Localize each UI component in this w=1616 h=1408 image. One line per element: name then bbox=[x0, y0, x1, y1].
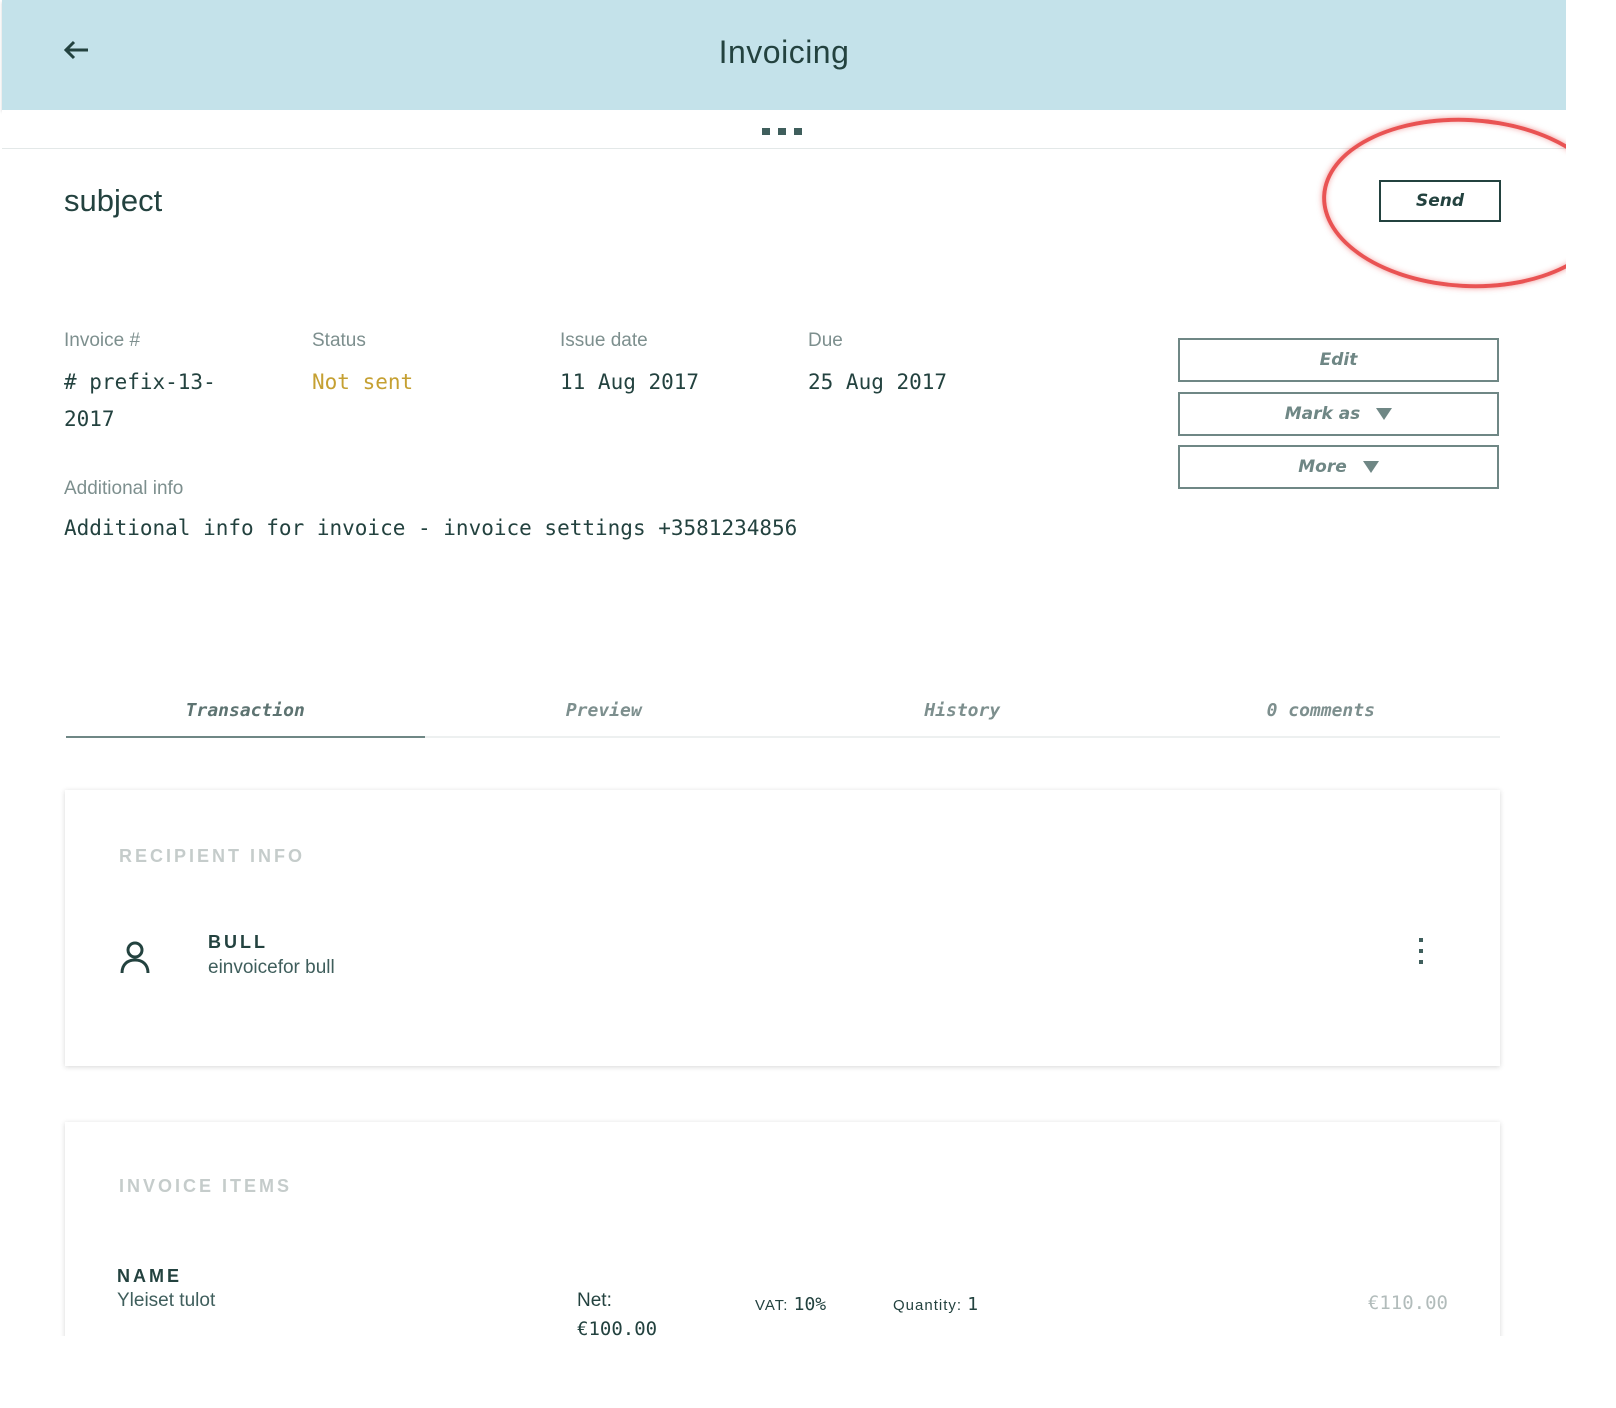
edit-button-label: Edit bbox=[1319, 350, 1358, 370]
app-header: Invoicing bbox=[2, 0, 1566, 110]
item-quantity: Quantity: 1 bbox=[893, 1294, 978, 1315]
due-date-label: Due bbox=[808, 330, 843, 351]
recipient-card-title: RECIPIENT INFO bbox=[119, 846, 306, 866]
person-icon bbox=[120, 941, 150, 974]
item-name-header: NAME bbox=[117, 1266, 182, 1286]
item-vat-value: 10% bbox=[793, 1294, 827, 1315]
item-quantity-label: Quantity: bbox=[893, 1297, 963, 1314]
triangle-down-icon bbox=[1376, 408, 1393, 420]
invoice-number-field: Invoice # # prefix-13-2017 bbox=[64, 330, 264, 438]
status-badge: Not sent bbox=[312, 370, 414, 394]
collapse-handle bbox=[2, 110, 1566, 149]
item-name: Yleiset tulot bbox=[117, 1290, 216, 1311]
invoice-number-value: # prefix-13-2017 bbox=[64, 370, 216, 431]
invoice-subject: subject bbox=[64, 183, 163, 218]
tab-preview[interactable]: Preview bbox=[425, 696, 784, 736]
more-label: More bbox=[1298, 457, 1347, 477]
invoice-items-title: INVOICE ITEMS bbox=[119, 1176, 293, 1196]
item-net-value: €100.00 bbox=[577, 1318, 658, 1336]
edit-button[interactable]: Edit bbox=[1178, 338, 1499, 382]
triangle-down-icon bbox=[1362, 461, 1379, 473]
page-title: Invoicing bbox=[718, 34, 850, 70]
invoice-items-card: INVOICE ITEMS NAME Yleiset tulot Net: €1… bbox=[65, 1122, 1500, 1336]
recipient-name: BULL bbox=[208, 932, 268, 952]
invoice-number-label: Invoice # bbox=[64, 330, 141, 351]
due-date-field: Due 25 Aug 2017 bbox=[808, 330, 947, 401]
item-quantity-value: 1 bbox=[967, 1294, 979, 1315]
due-date-value: 25 Aug 2017 bbox=[808, 370, 948, 394]
recipient-einvoice-address: einvoicefor bull bbox=[208, 957, 335, 978]
more-dots-icon[interactable] bbox=[762, 128, 802, 135]
more-dropdown[interactable]: More bbox=[1178, 445, 1499, 489]
mark-as-label: Mark as bbox=[1284, 404, 1361, 424]
item-total: €110.00 bbox=[1367, 1292, 1448, 1314]
mark-as-dropdown[interactable]: Mark as bbox=[1178, 392, 1499, 436]
tab-transaction[interactable]: Transaction bbox=[66, 696, 425, 738]
status-label: Status bbox=[312, 330, 366, 351]
additional-info-value: Additional info for invoice - invoice se… bbox=[64, 516, 798, 540]
additional-info-label: Additional info bbox=[64, 478, 184, 499]
issue-date-field: Issue date 11 Aug 2017 bbox=[560, 330, 699, 401]
tab-history[interactable]: History bbox=[783, 696, 1142, 736]
item-net-label: Net: bbox=[577, 1290, 612, 1311]
tab-comments[interactable]: 0 comments bbox=[1142, 696, 1501, 736]
app-window: Invoicing subject Send Invoice # # prefi… bbox=[0, 0, 1566, 1336]
kebab-menu-icon[interactable] bbox=[1415, 938, 1427, 970]
issue-date-value: 11 Aug 2017 bbox=[560, 370, 700, 394]
issue-date-label: Issue date bbox=[560, 330, 648, 351]
tab-bar: Transaction Preview History 0 comments bbox=[66, 696, 1500, 738]
recipient-card: RECIPIENT INFO BULL einvoicefor bull bbox=[65, 790, 1500, 1066]
status-field: Status Not sent bbox=[312, 330, 413, 401]
item-vat: VAT: 10% bbox=[755, 1294, 826, 1315]
item-vat-label: VAT: bbox=[755, 1297, 789, 1314]
